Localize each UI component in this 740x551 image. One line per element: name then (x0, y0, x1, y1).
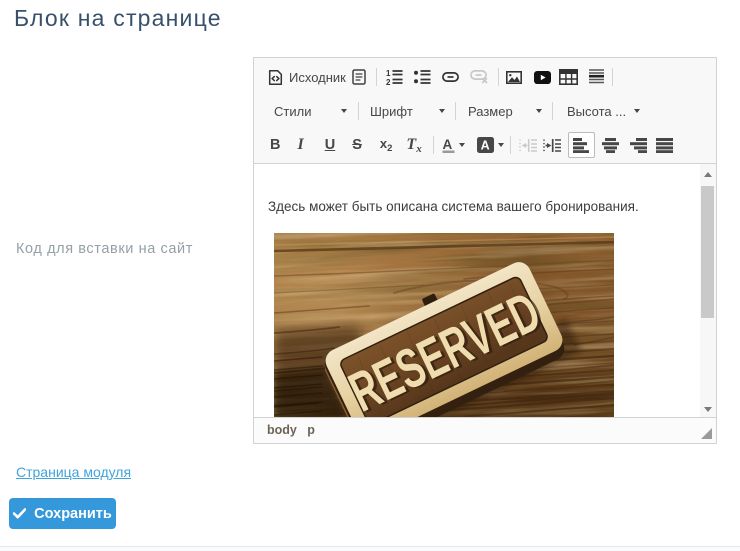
svg-text:1: 1 (386, 69, 391, 78)
svg-text:2: 2 (386, 78, 391, 85)
svg-text:A: A (480, 139, 489, 153)
svg-text:A: A (442, 137, 452, 152)
